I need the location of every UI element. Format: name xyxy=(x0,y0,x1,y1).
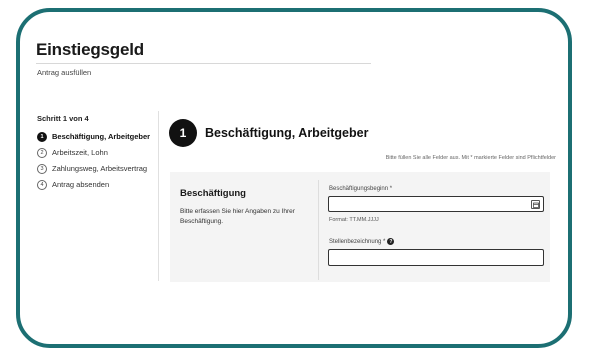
page-title: Einstiegsgeld xyxy=(36,40,144,59)
step-item-3[interactable]: 3 Zahlungsweg, Arbeitsvertrag xyxy=(37,162,150,175)
step-counter: Schritt 1 von 4 xyxy=(37,114,89,123)
step-number-4: 4 xyxy=(37,179,47,190)
job-title-label: Stellenbezeichnung *? xyxy=(329,238,395,246)
step-number-3: 3 xyxy=(37,163,47,174)
device-frame: Einstiegsgeld Antrag ausfüllen Schritt 1… xyxy=(16,8,572,348)
info-icon[interactable]: ? xyxy=(387,238,395,245)
section-title: Beschäftigung, Arbeitgeber xyxy=(205,126,369,140)
step-item-4[interactable]: 4 Antrag absenden xyxy=(37,178,150,191)
step-item-2[interactable]: 2 Arbeitszeit, Lohn xyxy=(37,146,150,159)
title-divider xyxy=(36,63,371,64)
required-fields-hint: Bitte füllen Sie alle Felder aus. Mit * … xyxy=(385,155,556,161)
employment-card: Beschäftigung Bitte erfassen Sie hier An… xyxy=(170,172,550,282)
step-label-4: Antrag absenden xyxy=(52,180,110,189)
step-list: 1 Beschäftigung, Arbeitgeber 2 Arbeitsze… xyxy=(37,130,150,194)
card-title: Beschäftigung xyxy=(180,188,246,199)
sidebar-divider xyxy=(158,111,159,281)
start-date-label: Beschäftigungsbeginn * xyxy=(329,186,393,192)
job-title-field[interactable] xyxy=(328,249,544,266)
card-description: Bitte erfassen Sie hier Angaben zu Ihrer… xyxy=(180,208,295,225)
calendar-icon[interactable] xyxy=(531,200,540,209)
section-number-badge: 1 xyxy=(169,119,197,147)
step-label-1: Beschäftigung, Arbeitgeber xyxy=(52,132,151,141)
page-subtitle: Antrag ausfüllen xyxy=(37,68,92,77)
step-label-3: Zahlungsweg, Arbeitsvertrag xyxy=(52,164,148,173)
start-date-field[interactable] xyxy=(328,196,544,212)
step-label-2: Arbeitszeit, Lohn xyxy=(52,148,108,157)
step-number-1: 1 xyxy=(37,131,47,142)
step-item-1[interactable]: 1 Beschäftigung, Arbeitgeber xyxy=(37,130,150,143)
step-number-2: 2 xyxy=(37,147,47,158)
job-title-label-text: Stellenbezeichnung * xyxy=(329,239,386,246)
card-divider xyxy=(318,180,319,280)
date-format-hint: Format: TT.MM.JJJJ xyxy=(329,217,379,223)
